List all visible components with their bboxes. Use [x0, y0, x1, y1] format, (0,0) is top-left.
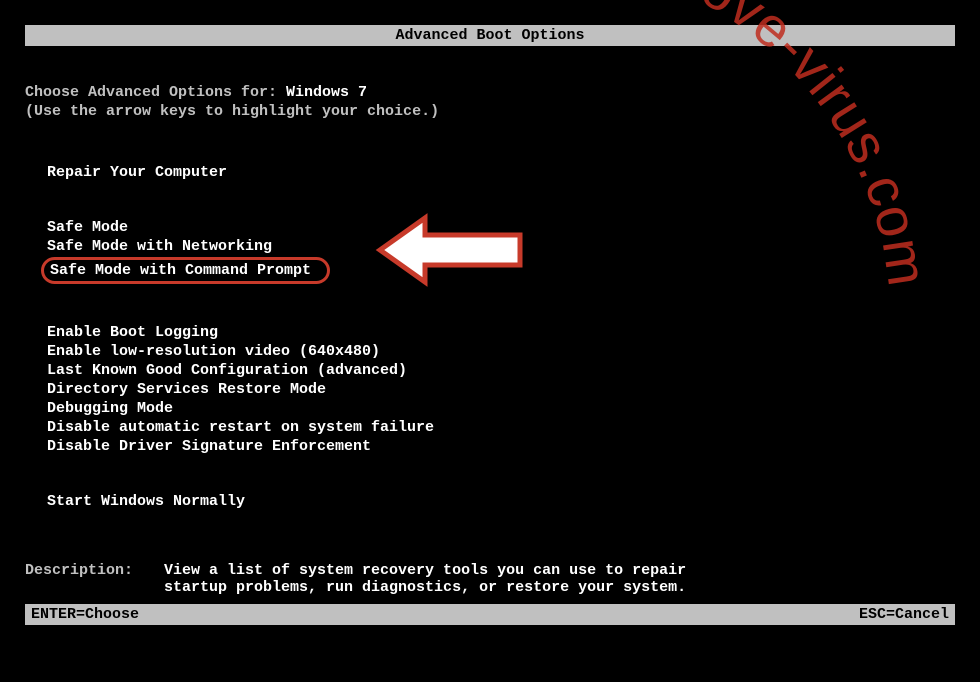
description-label: Description:	[25, 562, 155, 579]
boot-menu: Repair Your Computer Safe Mode Safe Mode…	[25, 164, 955, 510]
title-bar: Advanced Boot Options	[25, 25, 955, 46]
menu-item-safemode-networking[interactable]: Safe Mode with Networking	[47, 238, 955, 255]
title-text: Advanced Boot Options	[395, 27, 584, 44]
menu-item-directory[interactable]: Directory Services Restore Mode	[47, 381, 955, 398]
menu-item-debugging[interactable]: Debugging Mode	[47, 400, 955, 417]
instruction-group: Choose Advanced Options for: Windows 7 (…	[25, 84, 955, 120]
os-name: Windows 7	[286, 84, 367, 101]
description-text: View a list of system recovery tools you…	[164, 562, 724, 596]
menu-group-3: Enable Boot Logging Enable low-resolutio…	[47, 324, 955, 455]
description-section: Description: View a list of system recov…	[25, 562, 955, 596]
menu-item-lastknown[interactable]: Last Known Good Configuration (advanced)	[47, 362, 955, 379]
menu-item-safemode-cmd[interactable]: Safe Mode with Command Prompt	[41, 257, 330, 284]
menu-item-repair[interactable]: Repair Your Computer	[47, 164, 955, 181]
menu-group-2: Safe Mode Safe Mode with Networking Safe…	[47, 219, 955, 286]
menu-group-4: Start Windows Normally	[47, 493, 955, 510]
menu-item-lowres[interactable]: Enable low-resolution video (640x480)	[47, 343, 955, 360]
menu-item-bootlogging[interactable]: Enable Boot Logging	[47, 324, 955, 341]
footer-esc: ESC=Cancel	[859, 606, 949, 623]
instruction-prefix: Choose Advanced Options for:	[25, 84, 286, 101]
menu-item-disableauto[interactable]: Disable automatic restart on system fail…	[47, 419, 955, 436]
footer-enter: ENTER=Choose	[31, 606, 139, 623]
instruction-line-1: Choose Advanced Options for: Windows 7	[25, 84, 955, 101]
footer-bar: ENTER=Choose ESC=Cancel	[25, 604, 955, 625]
menu-item-disabledriver[interactable]: Disable Driver Signature Enforcement	[47, 438, 955, 455]
menu-group-1: Repair Your Computer	[47, 164, 955, 181]
menu-item-safemode[interactable]: Safe Mode	[47, 219, 955, 236]
instruction-line-2: (Use the arrow keys to highlight your ch…	[25, 103, 955, 120]
menu-item-normal[interactable]: Start Windows Normally	[47, 493, 955, 510]
